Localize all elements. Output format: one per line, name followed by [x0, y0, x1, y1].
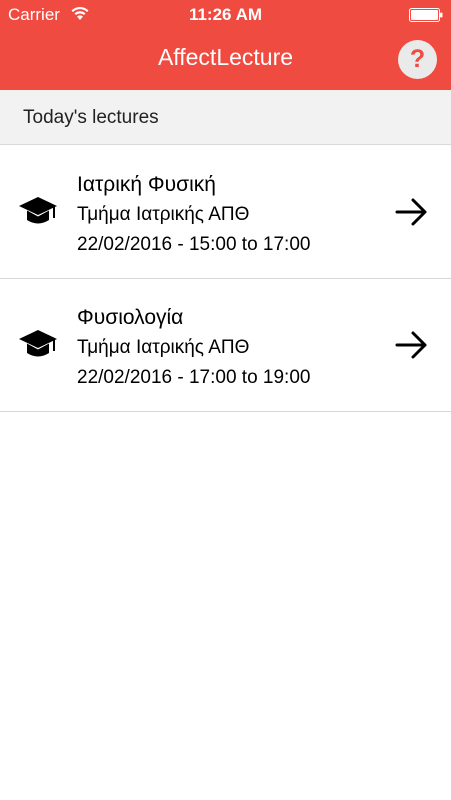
section-title: Today's lectures	[23, 107, 159, 128]
lecture-datetime: 22/02/2016 - 15:00 to 17:00	[77, 234, 311, 255]
app-title: AffectLecture	[157, 44, 294, 70]
section-header: Today's lectures	[0, 90, 451, 145]
battery-icon	[409, 8, 443, 22]
lecture-department: Τμήμα Ιατρικής ΑΠΘ	[77, 204, 250, 225]
lecture-department: Τμήμα Ιατρικής ΑΠΘ	[77, 337, 250, 358]
graduation-cap-icon	[19, 330, 57, 357]
arrow-right-icon[interactable]	[394, 196, 430, 228]
help-button[interactable]: ?	[398, 40, 437, 79]
status-time: 11:26 AM	[188, 5, 263, 24]
app-header: Carrier 11:26 AM AffectLecture ?	[0, 0, 451, 90]
status-bar: Carrier 11:26 AM	[0, 0, 451, 30]
graduation-cap-icon	[19, 197, 57, 224]
arrow-right-icon[interactable]	[394, 329, 430, 361]
lecture-name: Ιατρική Φυσική	[77, 173, 216, 196]
lecture-name: Φυσιολογία	[77, 306, 184, 329]
lecture-datetime: 22/02/2016 - 17:00 to 19:00	[77, 367, 311, 388]
lecture-row[interactable]: Φυσιολογία Τμήμα Ιατρικής ΑΠΘ 22/02/2016…	[0, 279, 451, 412]
lecture-row[interactable]: Ιατρική Φυσική Τμήμα Ιατρικής ΑΠΘ 22/02/…	[0, 146, 451, 279]
